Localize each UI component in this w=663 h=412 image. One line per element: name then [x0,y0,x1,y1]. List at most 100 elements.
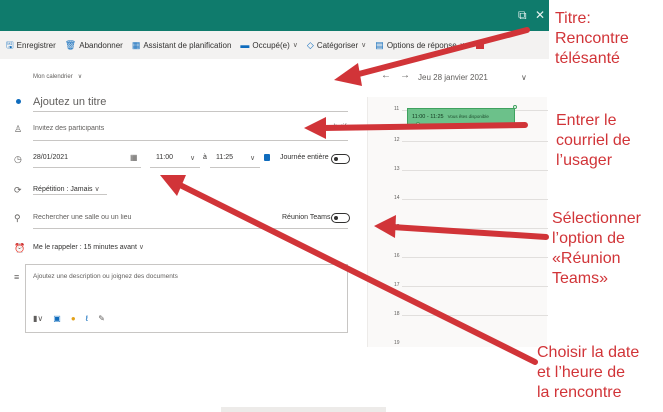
annotation-title: Titre: Rencontre télésanté [555,9,629,69]
teams-meeting-label: Réunion Teams [282,214,331,221]
categorize-dropdown[interactable]: ◇ Catégoriser ∨ [306,39,367,50]
toolbar: 🖫 Enregistrer 🗑 Abandonner ▦ Assistant de p… [0,31,549,59]
chevron-down-icon: ∨ [94,186,100,193]
hour-line [402,286,548,287]
hour-label: 16 [394,253,400,259]
hour-label: 13 [394,166,400,172]
bottom-bar [221,407,386,412]
image-icon[interactable]: ▣ [53,314,61,323]
chevron-down-icon: ∨ [459,42,465,49]
annotation-teams: Sélectionner l’option de «Réunion Teams» [552,209,641,289]
pen-icon[interactable]: ✎ [98,314,105,323]
hour-line [402,141,548,142]
hour-label: 15 [394,224,400,230]
start-time-underline [150,167,200,168]
title-status-dot [16,99,21,104]
description-icon: ≡ [14,272,20,282]
event-resize-handle[interactable] [513,105,517,109]
tag-icon: ◇ [306,39,314,50]
annotation-line: l’usager [556,152,613,169]
hour-label: 19 [394,340,400,346]
end-time-field[interactable]: 11:25 [216,154,233,161]
hour-line [402,170,548,171]
event-time: 11:00 - 11:25 [412,114,444,120]
previous-day-arrow-icon[interactable]: ← [381,70,391,81]
close-icon[interactable]: ✕ [535,9,545,21]
next-day-arrow-icon[interactable]: → [400,70,410,81]
toggle-knob [334,216,338,220]
event-resize-handle[interactable] [416,122,420,126]
office-app-icon[interactable] [475,41,484,49]
event-status: Vous êtes disponible [447,114,489,119]
discard-button[interactable]: 🗑 Abandonner [65,40,123,50]
day-grid[interactable]: 11 12 13 14 15 16 17 18 19 [367,97,548,347]
annotation-line: «Réunion [552,250,621,267]
location-pin-icon: ⚲ [14,213,21,223]
calendar-icon[interactable]: ▦ [130,153,138,162]
title-underline [33,111,348,112]
end-time-underline [210,167,260,168]
annotation-line: Teams» [552,270,609,287]
title-input[interactable] [33,94,348,110]
annotation-line: Sélectionner [552,210,641,227]
hour-label: 12 [394,137,400,143]
annotation-line: Titre: [555,10,591,27]
annotation-line: courriel de [556,132,631,149]
hour-label: 11 [394,106,400,112]
annotation-date: Choisir la date et l’heure de la rencont… [537,343,639,403]
save-button[interactable]: 🖫 Enregistrer [6,39,56,50]
response-icon: ▤ [375,39,384,50]
description-box: ▮∨ ▣ ● ℓ ✎ [25,264,348,333]
chevron-down-icon[interactable]: ∨ [250,154,255,162]
event-editor-window: ⧉ ✕ 🖫 Enregistrer 🗑 Abandonner ▦ Assistant … [0,0,549,412]
teams-meeting-toggle[interactable] [331,213,350,223]
all-day-toggle[interactable] [331,154,350,164]
calendar-date-label: Jeu 28 janvier 2021 [418,73,488,82]
attach-icon[interactable]: ▮∨ [33,314,43,323]
calendar-event[interactable]: 11:00 - 11:25 Vous êtes disponible [407,108,515,125]
hour-label: 18 [394,311,400,317]
alarm-icon: ⏰ [14,243,26,253]
hour-line [402,257,548,258]
calendar-people-icon: ▦ [131,39,141,50]
attendees-input[interactable] [33,122,313,134]
globe-icon [264,154,270,161]
annotation-line: Rencontre [555,30,629,47]
popout-icon[interactable]: ⧉ [518,9,527,21]
save-icon: 🖫 [6,39,14,50]
chevron-down-icon: ∨ [292,42,298,49]
repeat-dropdown[interactable]: Répétition : Jamais ∨ [33,185,100,193]
start-time-field[interactable]: 11:00 [156,154,173,161]
description-toolbar: ▮∨ ▣ ● ℓ ✎ [33,314,115,323]
link-icon[interactable]: ℓ [86,314,89,323]
title-bar: ⧉ ✕ [0,0,549,31]
attendees-underline [33,140,348,141]
annotation-line: l’option de [552,230,625,247]
emoji-icon[interactable]: ● [71,314,76,323]
chevron-down-icon: ∨ [361,42,367,49]
hour-label: 14 [394,195,400,201]
annotation-line: Entrer le [556,112,617,129]
person-icon: ♙ [14,124,23,134]
date-field[interactable]: 28/01/2021 [33,154,68,161]
chevron-down-icon[interactable]: ∨ [190,154,195,162]
repeat-underline [33,194,107,195]
hour-line [402,228,548,229]
busy-dropdown[interactable]: ▬ Occupé(e) ∨ [240,40,298,50]
response-options-dropdown[interactable]: ▤ Options de réponse ∨ [375,39,465,50]
location-input[interactable] [33,211,253,223]
optional-attendees-link[interactable]: Facultatif [318,124,346,131]
chevron-down-icon[interactable]: ∨ [521,73,527,82]
reminder-dropdown[interactable]: Me le rappeler : 15 minutes avant ∨ [33,243,144,251]
all-day-label: Journée entière [280,154,329,161]
annotation-line: Choisir la date [537,344,640,361]
annotation-line: et l’heure de [537,364,626,381]
toggle-knob [334,157,338,161]
description-input[interactable] [33,273,333,287]
hour-line [402,199,548,200]
calendar-picker[interactable]: Mon calendrier ∨ [33,73,82,80]
annotation-line: la rencontre [537,384,622,401]
scheduling-assistant-button[interactable]: ▦ Assistant de planification [131,39,232,50]
repeat-icon: ⟳ [14,185,22,195]
chevron-down-icon: ∨ [77,74,83,80]
